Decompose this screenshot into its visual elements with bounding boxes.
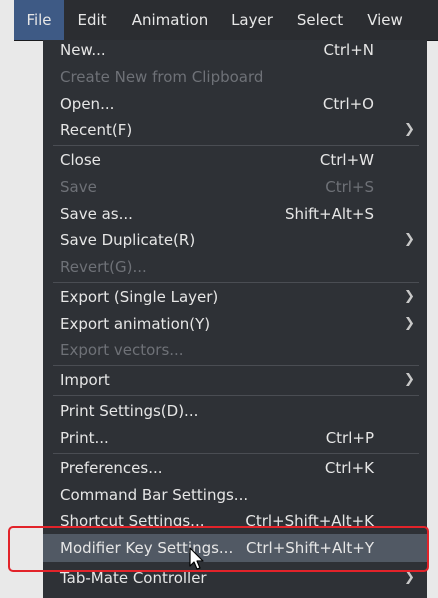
menu-item-label: Revert(G)...: [60, 258, 147, 276]
menu-item-export-vectors: Export vectors...: [43, 337, 427, 363]
menu-item-print[interactable]: Print... Ctrl+P: [43, 425, 427, 451]
menu-item-shortcut: Ctrl+N: [323, 41, 374, 59]
menu-bar: File Edit Animation Layer Select View: [14, 0, 438, 41]
menu-layer[interactable]: Layer: [220, 0, 284, 40]
menu-item-shortcut: Shift+Alt+S: [284, 205, 374, 223]
chevron-right-icon: ❯: [404, 289, 415, 304]
menu-item-command-bar-settings[interactable]: Command Bar Settings...: [43, 482, 427, 508]
menu-item-open[interactable]: Open... Ctrl+O: [43, 91, 427, 117]
menu-item-label: Save as...: [60, 205, 133, 223]
menu-select[interactable]: Select: [284, 0, 356, 40]
menu-item-label: Print...: [60, 429, 109, 447]
menu-item-label: Save: [60, 178, 97, 196]
mouse-cursor-icon: [189, 547, 204, 570]
menu-item-create-from-clipboard: Create New from Clipboard: [43, 64, 427, 90]
menu-item-recent[interactable]: Recent(F) ❯: [43, 117, 427, 143]
menu-edit[interactable]: Edit: [64, 0, 120, 40]
menu-item-import[interactable]: Import ❯: [43, 367, 427, 393]
menu-view[interactable]: View: [356, 0, 414, 40]
menu-item-label: Command Bar Settings...: [60, 486, 249, 504]
chevron-right-icon: ❯: [404, 122, 415, 137]
menu-item-shortcut: Ctrl+P: [325, 429, 374, 447]
menu-item-label: Open...: [60, 95, 115, 113]
menu-separator: [53, 145, 419, 146]
menu-separator: [53, 395, 419, 396]
menu-item-revert: Revert(G)...: [43, 254, 427, 280]
menu-item-label: Import: [60, 371, 110, 389]
menu-item-label: Tab-Mate Controller: [60, 572, 207, 587]
menu-item-label: Close: [60, 151, 101, 169]
menu-item-preferences[interactable]: Preferences... Ctrl+K: [43, 455, 427, 481]
menu-item-shortcut: Ctrl+K: [324, 459, 374, 477]
menu-item-label: Export (Single Layer): [60, 288, 219, 306]
chevron-right-icon: ❯: [404, 316, 415, 331]
menu-item-new[interactable]: New... Ctrl+N: [43, 37, 427, 63]
menu-item-save-as[interactable]: Save as... Shift+Alt+S: [43, 201, 427, 227]
menu-item-label: Save Duplicate(R): [60, 231, 196, 249]
menu-separator: [53, 453, 419, 454]
chevron-right-icon: ❯: [404, 372, 415, 387]
menu-item-print-settings[interactable]: Print Settings(D)...: [43, 398, 427, 424]
menu-item-save-duplicate[interactable]: Save Duplicate(R) ❯: [43, 227, 427, 253]
menu-item-label: Recent(F): [60, 121, 133, 139]
menu-item-label: Export animation(Y): [60, 315, 211, 333]
menu-item-save: Save Ctrl+S: [43, 174, 427, 200]
menu-separator: [53, 282, 419, 283]
menu-separator: [53, 365, 419, 366]
chevron-right-icon: ❯: [404, 572, 415, 585]
menu-item-tab-mate-controller[interactable]: Tab-Mate Controller ❯: [43, 572, 427, 598]
menu-animation[interactable]: Animation: [120, 0, 220, 40]
menu-item-export-single-layer[interactable]: Export (Single Layer) ❯: [43, 284, 427, 310]
highlight-annotation-box: [8, 526, 429, 572]
menu-item-shortcut: Ctrl+S: [325, 178, 374, 196]
chevron-right-icon: ❯: [404, 232, 415, 247]
menu-item-close[interactable]: Close Ctrl+W: [43, 147, 427, 173]
menu-item-label: Create New from Clipboard: [60, 68, 264, 86]
menu-item-label: Shortcut Settings...: [60, 512, 205, 527]
menu-item-label: Preferences...: [60, 459, 163, 477]
menu-item-shortcut-settings[interactable]: Shortcut Settings... Ctrl+Shift+Alt+K: [43, 508, 427, 527]
menu-item-label: Print Settings(D)...: [60, 402, 199, 420]
menu-file[interactable]: File: [14, 0, 64, 40]
menu-item-shortcut: Ctrl+Shift+Alt+K: [245, 512, 374, 527]
menu-item-label: New...: [60, 41, 106, 59]
menu-item-label: Export vectors...: [60, 341, 184, 359]
menu-item-shortcut: Ctrl+W: [319, 151, 374, 169]
menu-item-export-animation[interactable]: Export animation(Y) ❯: [43, 311, 427, 337]
menu-item-shortcut: Ctrl+O: [322, 95, 374, 113]
